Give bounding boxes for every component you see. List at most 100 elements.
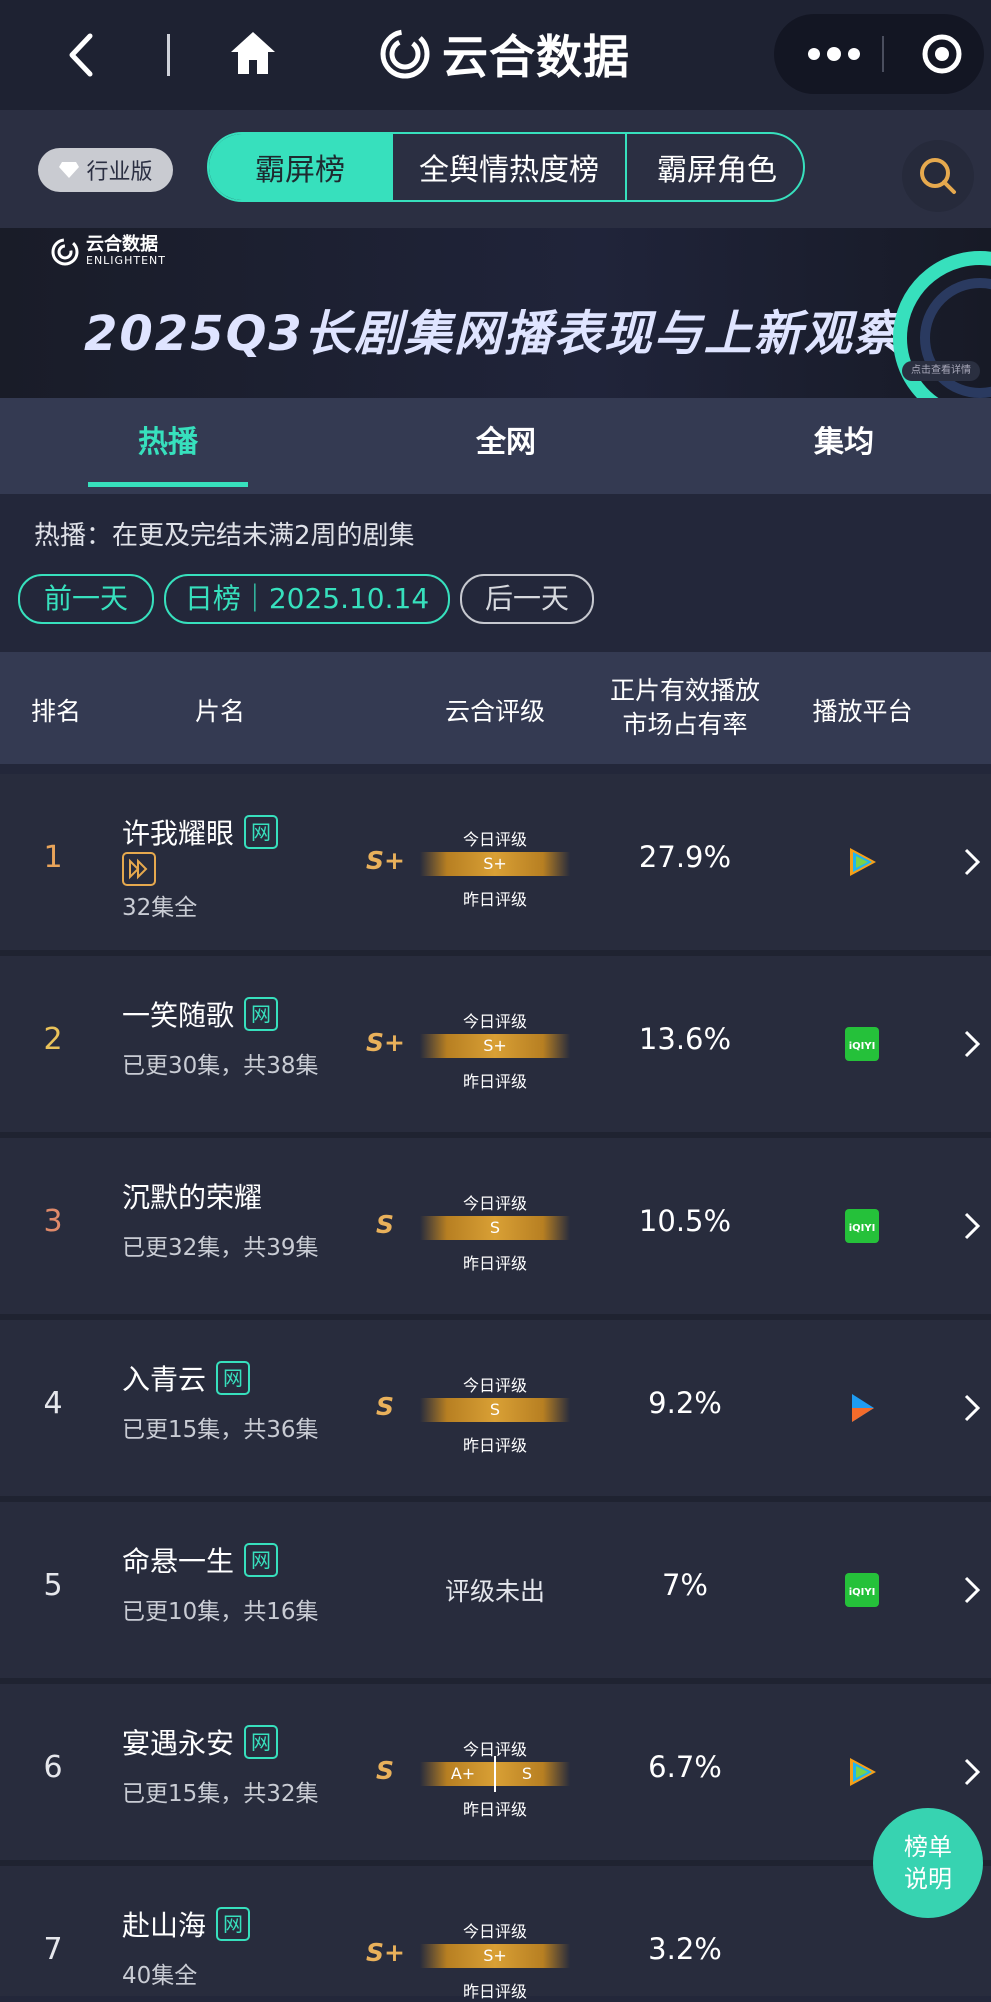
svg-text:iQIYI: iQIYI	[849, 1223, 876, 1234]
yesterday-rating-label: 昨日评级	[462, 890, 527, 909]
show-title: 宴遇永安 网	[122, 1722, 279, 1762]
segment-sentiment-heat[interactable]: 全舆情热度榜	[391, 134, 625, 200]
market-share: 10.5%	[638, 1204, 732, 1238]
prev-day-button[interactable]: 前一天	[18, 574, 154, 624]
table-row[interactable]: 3 沉默的荣耀 已更32集，共39集 S 今日评级 S 昨日评级 10.5% i…	[0, 1138, 991, 1320]
next-day-button[interactable]: 后一天	[460, 574, 594, 624]
rank-number: 6	[43, 1750, 63, 1785]
table-row[interactable]: 6 宴遇永安 网 已更15集，共32集 S 今日评级 A+ S 昨日评级 6.7…	[0, 1684, 991, 1866]
app-title: 云合数据	[378, 24, 630, 84]
nav-row: 行业版 霸屏榜 全舆情热度榜 霸屏角色	[0, 110, 991, 228]
today-rating-value: S	[489, 1218, 501, 1237]
svg-text:iQIYI: iQIYI	[849, 1041, 876, 1052]
chevron-right-icon[interactable]	[962, 1574, 982, 1606]
table-row[interactable]: 4 入青云 网 已更15集，共36集 S 今日评级 S 昨日评级 9.2%	[0, 1320, 991, 1502]
close-miniprogram-icon[interactable]	[920, 32, 964, 76]
report-banner[interactable]: 云合数据 ENLIGHTENT 2025Q3长剧集网播表现与上新观察 点击查看详…	[0, 228, 991, 398]
ranking-explanation-button[interactable]: 榜单 说明	[873, 1808, 983, 1918]
table-header: 排名 片名 云合评级 正片有效播放 市场占有率 播放平台	[0, 652, 991, 764]
episode-info: 已更32集，共39集	[122, 1235, 319, 1261]
rating-grade: S	[376, 1210, 395, 1239]
tab-all-network[interactable]: 全网	[426, 398, 586, 494]
network-drama-badge: 网	[244, 997, 279, 1031]
iqiyi-icon: iQIYI	[845, 1573, 879, 1607]
rating-comparison: 今日评级 S+ 昨日评级	[420, 1918, 570, 2001]
search-button[interactable]	[902, 140, 974, 212]
chevron-right-icon[interactable]	[962, 1756, 982, 1788]
home-icon[interactable]	[228, 28, 278, 78]
market-share: 3.2%	[648, 1932, 722, 1966]
yesterday-rating-label: 昨日评级	[462, 1800, 527, 1819]
banner-title: 2025Q3长剧集网播表现与上新观察	[84, 306, 904, 362]
today-rating-label: 今日评级	[462, 1194, 527, 1213]
yesterday-rating-label: 昨日评级	[462, 1982, 527, 2001]
episode-info: 已更15集，共36集	[122, 1417, 319, 1443]
today-rating-value: S+	[483, 854, 507, 873]
market-share: 27.9%	[638, 840, 732, 874]
table-row[interactable]: 5 命悬一生 网 已更10集，共16集 评级未出 7% iQIYI	[0, 1502, 991, 1684]
table-row[interactable]: 1 许我耀眼 网 32集全 S+ 今日评级 S+ 昨日评级 27.9%	[0, 774, 991, 956]
show-title-text: 赴山海	[122, 1909, 207, 1942]
header-title: 片名	[194, 697, 245, 726]
segment-bapingbang[interactable]: 霸屏榜	[209, 134, 391, 200]
show-title: 沉默的荣耀	[122, 1176, 262, 1216]
chevron-right-icon[interactable]	[962, 1028, 982, 1060]
rank-number: 3	[43, 1204, 63, 1239]
yesterday-rating-label: 昨日评级	[462, 1254, 527, 1273]
show-title-text: 命悬一生	[122, 1545, 235, 1578]
rank-number: 4	[43, 1386, 63, 1421]
banner-detail-button[interactable]: 点击查看详情	[902, 361, 980, 381]
tab-per-episode[interactable]: 集均	[764, 398, 924, 494]
tab-hot[interactable]: 热播	[88, 398, 248, 494]
yesterday-rating-label: 昨日评级	[462, 1436, 527, 1455]
ranking-tabs: 热播 全网 集均	[0, 398, 991, 494]
app-title-text: 云合数据	[442, 30, 630, 84]
show-title-text: 宴遇永安	[122, 1727, 235, 1760]
fab-line1: 榜单	[904, 1833, 952, 1861]
chevron-right-icon[interactable]	[962, 1392, 982, 1424]
show-title-text: 入青云	[122, 1363, 207, 1396]
ranking-type-selector: 霸屏榜 全舆情热度榜 霸屏角色	[207, 132, 805, 202]
rating-grade: S	[376, 1392, 395, 1421]
banner-logo: 云合数据 ENLIGHTENT	[50, 236, 166, 267]
banner-logo-text: 云合数据	[86, 234, 158, 255]
table-row[interactable]: 7 赴山海 网 40集全 S+ 今日评级 S+ 昨日评级 3.2%	[0, 1866, 991, 2001]
episode-info: 40集全	[122, 1963, 198, 1989]
network-drama-badge: 网	[216, 1907, 251, 1941]
date-selector[interactable]: 日榜｜2025.10.14	[164, 574, 450, 624]
show-title-text: 许我耀眼	[122, 817, 235, 850]
market-share: 6.7%	[648, 1750, 722, 1784]
market-share: 13.6%	[638, 1022, 732, 1056]
network-drama-badge: 网	[244, 1725, 279, 1759]
market-share: 7%	[661, 1568, 708, 1602]
back-icon[interactable]	[62, 30, 102, 80]
network-drama-badge: 网	[244, 1543, 279, 1577]
header-platform: 播放平台	[812, 697, 913, 726]
rank-number: 7	[43, 1932, 63, 1967]
more-icon[interactable]	[804, 40, 864, 68]
yesterday-rating-label: 昨日评级	[462, 1072, 527, 1091]
fab-line2: 说明	[904, 1865, 952, 1893]
mini-program-capsule	[774, 14, 984, 94]
chevron-right-icon[interactable]	[962, 1210, 982, 1242]
header-market-share: 正片有效播放 市场占有率	[590, 674, 780, 742]
segment-role[interactable]: 霸屏角色	[625, 134, 803, 200]
badge-label: 行业版	[86, 160, 153, 185]
tencent-video-icon	[850, 1758, 876, 1786]
rating-divider	[494, 1756, 496, 1792]
chevron-right-icon[interactable]	[962, 846, 982, 878]
header-rank: 排名	[30, 697, 81, 726]
banner-logo-sub: ENLIGHTENT	[86, 254, 166, 267]
rating-comparison: 今日评级 A+ S 昨日评级	[420, 1736, 570, 1819]
table-row[interactable]: 2 一笑随歌 网 已更30集，共38集 S+ 今日评级 S+ 昨日评级 13.6…	[0, 956, 991, 1138]
today-rating-label: 今日评级	[462, 1922, 527, 1941]
show-title: 命悬一生 网	[122, 1540, 279, 1580]
industry-edition-badge[interactable]: 行业版	[38, 148, 173, 192]
yesterday-rating-value: A+	[450, 1764, 476, 1783]
rating-comparison: 今日评级 S+ 昨日评级	[420, 826, 570, 909]
rating-grade: S+	[366, 1938, 405, 1967]
episode-info: 已更15集，共32集	[122, 1781, 319, 1807]
show-title: 一笑随歌 网	[122, 994, 279, 1034]
yunhe-logo-icon	[51, 238, 79, 265]
show-title: 入青云 网	[122, 1358, 251, 1398]
